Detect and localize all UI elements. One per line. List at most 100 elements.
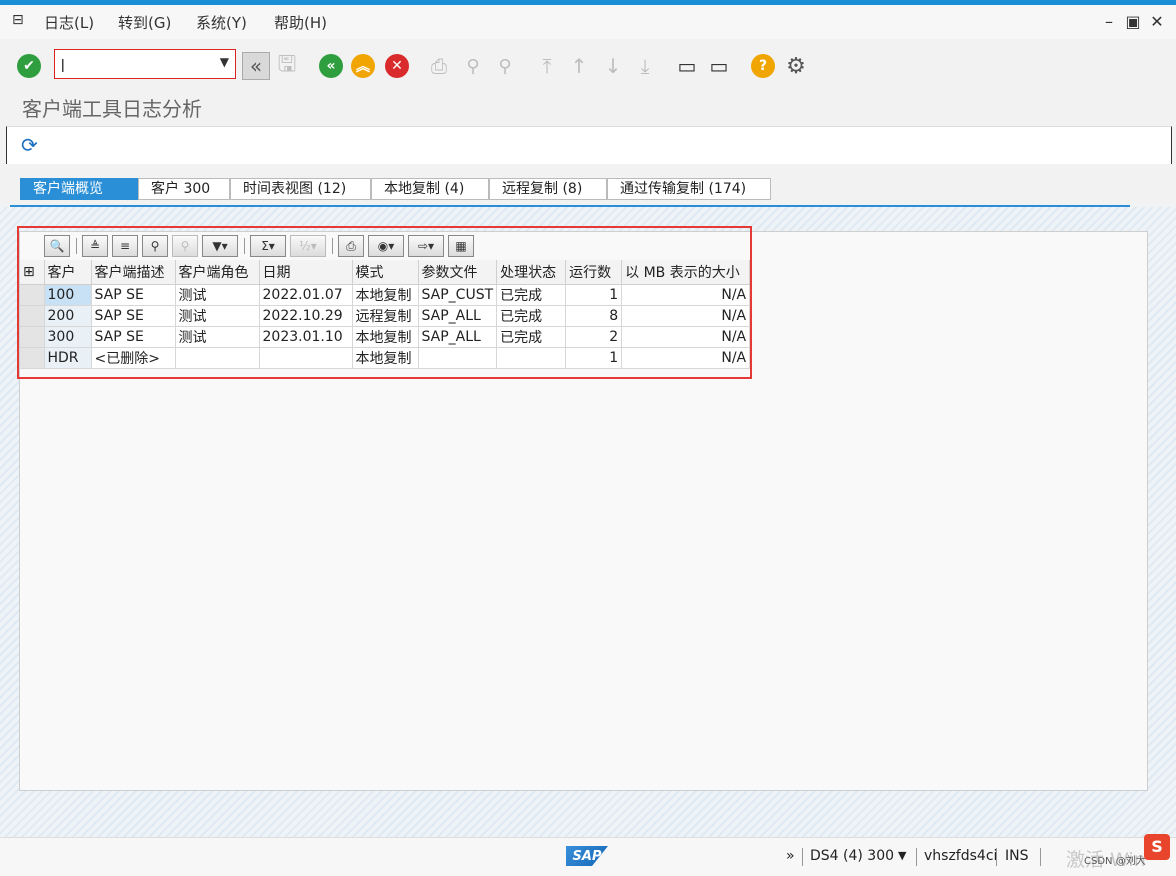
column-header[interactable]: 以 MB 表示的大小 (621, 260, 751, 285)
table-row[interactable]: 100 SAP SE 测试 2022.01.07 本地复制 SAP_CUST 已… (20, 284, 751, 306)
menu-log[interactable]: 日志(L) (44, 12, 94, 33)
minimize-icon[interactable]: – (1100, 13, 1118, 31)
table-row[interactable]: 200 SAP SE 测试 2022.10.29 远程复制 SAP_ALL 已完… (20, 305, 751, 327)
table-cell[interactable]: 已完成 (496, 326, 567, 348)
find-icon[interactable]: ⚲ (460, 53, 486, 79)
column-header[interactable]: 处理状态 (496, 260, 567, 285)
create-session-icon[interactable]: ▭ (674, 53, 700, 79)
table-cell[interactable]: SAP_ALL (418, 326, 498, 348)
collapse-icon[interactable]: « (242, 52, 270, 80)
table-cell[interactable]: N/A (621, 326, 751, 348)
menu-system[interactable]: 系统(Y) (196, 12, 247, 33)
shortcut-icon[interactable]: ▭ (706, 53, 732, 79)
table-cell[interactable]: 已完成 (496, 284, 567, 306)
views-icon[interactable]: ◉▾ (368, 235, 404, 257)
command-field[interactable]: ▼ (54, 49, 236, 79)
menu-goto[interactable]: 转到(G) (118, 12, 171, 33)
table-cell[interactable]: 8 (565, 305, 623, 327)
sogou-s-icon[interactable]: S (1144, 834, 1170, 860)
subtotal-icon[interactable]: ½▾ (290, 235, 326, 257)
tab-client-overview[interactable]: 客户端概览 (20, 178, 138, 200)
table-cell[interactable]: 测试 (175, 326, 260, 348)
sort-ascending-icon[interactable]: ≜ (82, 235, 108, 257)
system-info[interactable]: DS4 (4) 300 (810, 848, 894, 864)
exit-icon[interactable]: ︽ (350, 53, 376, 79)
table-cell[interactable]: 本地复制 (352, 284, 419, 306)
table-cell[interactable]: SAP_CUST (418, 284, 498, 306)
help-icon[interactable]: ? (750, 53, 776, 79)
settings-gear-icon[interactable]: ⚙ (783, 53, 809, 79)
table-cell[interactable]: N/A (621, 284, 751, 306)
table-cell[interactable]: SAP SE (91, 326, 176, 348)
details-icon[interactable]: 🔍 (44, 235, 70, 257)
table-cell[interactable] (418, 347, 498, 369)
sort-descending-icon[interactable]: ≡ (112, 235, 138, 257)
table-cell[interactable]: 2022.10.29 (259, 305, 353, 327)
back-icon[interactable]: « (318, 53, 344, 79)
table-cell[interactable]: 2022.01.07 (259, 284, 353, 306)
chevron-down-icon[interactable]: ▼ (220, 55, 229, 69)
table-cell[interactable]: 远程复制 (352, 305, 419, 327)
table-cell[interactable]: 本地复制 (352, 347, 419, 369)
total-icon[interactable]: Σ▾ (250, 235, 286, 257)
print-icon[interactable]: ⎙ (426, 53, 452, 79)
table-cell[interactable]: <已删除> (91, 347, 176, 369)
find-next-icon[interactable]: ⚲ (172, 235, 198, 257)
table-cell[interactable]: 测试 (175, 305, 260, 327)
filter-icon[interactable]: ▼▾ (202, 235, 238, 257)
maximize-icon[interactable]: ▣ (1124, 13, 1142, 31)
input-mode[interactable]: INS (1005, 848, 1029, 864)
tab-client-300[interactable]: 客户 300 (138, 178, 230, 200)
table-cell[interactable] (175, 347, 260, 369)
tab-transport-copy[interactable]: 通过传输复制 (174) (607, 178, 771, 200)
table-cell[interactable]: 300 (44, 326, 92, 348)
column-header[interactable]: 参数文件 (418, 260, 498, 285)
row-selector[interactable] (20, 347, 45, 369)
table-cell[interactable]: SAP_ALL (418, 305, 498, 327)
table-cell[interactable]: HDR (44, 347, 92, 369)
refresh-icon[interactable]: ⟳ (21, 133, 38, 157)
table-row[interactable]: 300 SAP SE 测试 2023.01.10 本地复制 SAP_ALL 已完… (20, 326, 751, 348)
column-header[interactable]: 日期 (259, 260, 353, 285)
table-cell[interactable]: 1 (565, 284, 623, 306)
select-all-icon[interactable]: ⊞ (20, 260, 45, 285)
save-icon[interactable]: 🖫 (274, 52, 300, 79)
row-selector[interactable] (20, 326, 45, 348)
enter-check-icon[interactable]: ✔ (16, 53, 42, 79)
table-cell[interactable]: 本地复制 (352, 326, 419, 348)
table-cell[interactable]: N/A (621, 347, 751, 369)
table-cell[interactable]: 2023.01.10 (259, 326, 353, 348)
row-selector[interactable] (20, 305, 45, 327)
table-cell[interactable]: 测试 (175, 284, 260, 306)
table-row[interactable]: HDR <已删除> 本地复制 1 N/A (20, 347, 751, 369)
table-cell[interactable] (496, 347, 567, 369)
tab-remote-copy[interactable]: 远程复制 (8) (489, 178, 607, 200)
close-icon[interactable]: ✕ (1148, 13, 1166, 31)
column-header[interactable]: 客户端描述 (91, 260, 176, 285)
column-header[interactable]: 运行数 (565, 260, 623, 285)
row-selector[interactable] (20, 284, 45, 306)
chevron-down-icon[interactable]: ▼ (898, 849, 906, 862)
table-cell[interactable]: 已完成 (496, 305, 567, 327)
command-input[interactable] (59, 51, 209, 77)
table-cell[interactable] (259, 347, 353, 369)
table-cell[interactable]: 200 (44, 305, 92, 327)
column-header[interactable]: 模式 (352, 260, 419, 285)
table-cell[interactable]: 2 (565, 326, 623, 348)
find-next-icon[interactable]: ⚲ (492, 53, 518, 79)
last-page-icon[interactable]: ⤓ (632, 53, 658, 79)
previous-page-icon[interactable]: ↑ (566, 53, 592, 79)
tab-schedule-view[interactable]: 时间表视图 (12) (230, 178, 371, 200)
menu-help[interactable]: 帮助(H) (274, 12, 327, 33)
next-page-icon[interactable]: ↓ (600, 53, 626, 79)
tab-local-copy[interactable]: 本地复制 (4) (371, 178, 489, 200)
print-icon[interactable]: ⎙ (338, 235, 364, 257)
column-header[interactable]: 客户端角色 (175, 260, 260, 285)
layout-icon[interactable]: ▦ (448, 235, 474, 257)
first-page-icon[interactable]: ⤒ (534, 53, 560, 79)
table-cell[interactable]: N/A (621, 305, 751, 327)
table-cell[interactable]: 100 (44, 284, 92, 306)
table-cell[interactable]: 1 (565, 347, 623, 369)
find-icon[interactable]: ⚲ (142, 235, 168, 257)
export-icon[interactable]: ⇨▾ (408, 235, 444, 257)
